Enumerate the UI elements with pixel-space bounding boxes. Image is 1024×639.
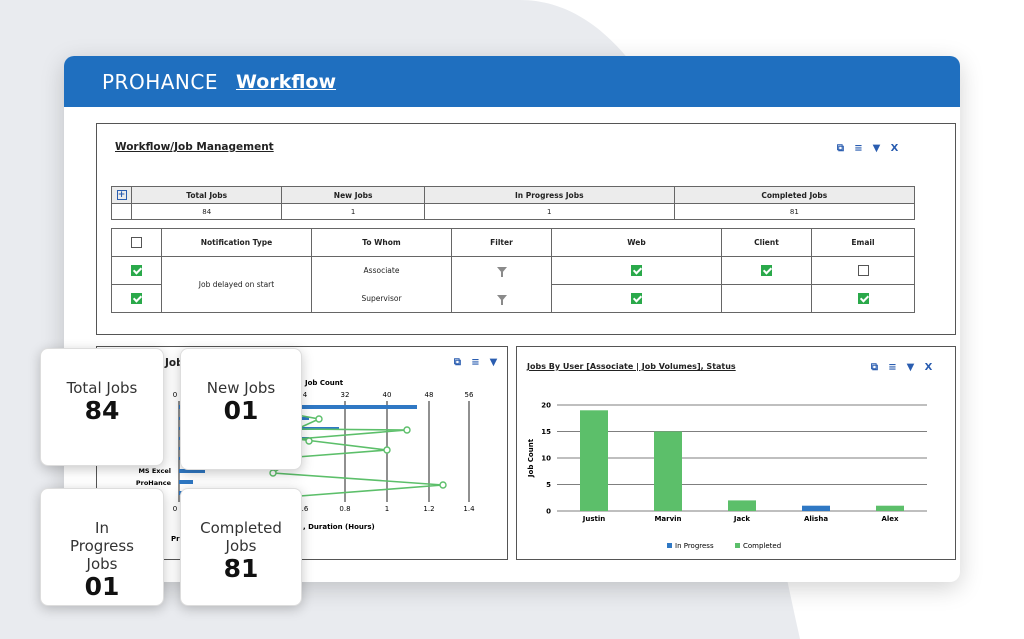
top-tick: 4 bbox=[303, 391, 308, 399]
card-value: 01 bbox=[84, 572, 120, 601]
summary-header: In Progress Jobs bbox=[423, 186, 675, 204]
job-management-panel: Workflow/Job Management ⧉ ≡ ▼ X + Total … bbox=[96, 123, 956, 335]
close-icon[interactable]: X bbox=[889, 143, 900, 154]
list-icon[interactable]: ≡ bbox=[853, 143, 864, 154]
bar bbox=[876, 505, 904, 511]
copy-icon[interactable]: ⧉ bbox=[835, 143, 846, 154]
app-title-link[interactable]: Workflow bbox=[236, 71, 336, 93]
legend-label: In Progress bbox=[675, 542, 714, 550]
top-tick: 32 bbox=[341, 391, 350, 399]
notif-header: Email bbox=[811, 228, 915, 257]
bottom-axis-label: , Duration (Hours) bbox=[303, 523, 375, 531]
card-value: 84 bbox=[84, 396, 120, 425]
x-tick-label: Justin bbox=[582, 515, 606, 523]
brand-logo: PROHANCE bbox=[102, 69, 218, 94]
legend-swatch bbox=[667, 543, 672, 548]
new-jobs-card: New Jobs 01 bbox=[180, 348, 302, 470]
bar bbox=[728, 500, 756, 511]
jobs-by-user-chart: 0 5 10 15 20 Job Count Justin Marvin Jack Alisha A… bbox=[527, 402, 927, 550]
completed-card: Completed Jobs 81 bbox=[180, 488, 302, 606]
y-tick-label: 20 bbox=[541, 402, 551, 410]
row-checkbox[interactable] bbox=[131, 265, 142, 276]
row-checkbox[interactable] bbox=[131, 293, 142, 304]
category-label: ProHance bbox=[136, 479, 172, 487]
panel-toolbar: ⧉ ≡ ▼ X bbox=[835, 143, 900, 154]
card-label: In Progress Jobs bbox=[69, 519, 134, 573]
card-value: 01 bbox=[223, 396, 259, 425]
to-whom: Supervisor bbox=[311, 284, 452, 313]
line-point bbox=[305, 437, 313, 445]
notif-header: Notification Type bbox=[161, 228, 312, 257]
summary-value: 84 bbox=[130, 203, 283, 220]
card-label: Completed Jobs bbox=[200, 519, 282, 555]
x-tick-label: Alex bbox=[881, 515, 899, 523]
y-tick-label: 15 bbox=[541, 428, 551, 436]
filter-funnel-icon[interactable] bbox=[496, 294, 507, 305]
in-progress-card: In Progress Jobs 01 bbox=[40, 488, 164, 606]
card-value: 81 bbox=[223, 554, 259, 583]
top-axis-label: Job Count bbox=[304, 379, 344, 387]
y-tick-label: 5 bbox=[546, 481, 551, 489]
summary-header: Total Jobs bbox=[130, 186, 283, 204]
bottom-tick: 1.2 bbox=[423, 505, 434, 513]
notif-header: Filter bbox=[451, 228, 552, 257]
email-checkbox[interactable] bbox=[857, 293, 869, 304]
bottom-tick: .6 bbox=[302, 505, 309, 513]
line-point bbox=[383, 446, 391, 454]
total-jobs-card: Total Jobs 84 bbox=[40, 348, 164, 466]
y-tick-label: 0 bbox=[546, 508, 551, 516]
summary-value: 1 bbox=[281, 203, 425, 220]
summary-value: 81 bbox=[673, 203, 916, 220]
left-tick: 0 bbox=[173, 391, 177, 399]
summary-table: + Total Jobs New Jobs In Progress Jobs C… bbox=[111, 186, 916, 220]
category-label: MS Excel bbox=[138, 467, 171, 475]
bar bbox=[179, 480, 193, 484]
web-checkbox[interactable] bbox=[631, 293, 642, 304]
y-axis-label: Job Count bbox=[527, 438, 535, 478]
table-row: Job delayed on start Associate bbox=[111, 256, 915, 313]
email-checkbox[interactable] bbox=[857, 265, 869, 276]
client-checkbox[interactable] bbox=[761, 265, 772, 276]
left-tick: 0 bbox=[173, 505, 177, 513]
bar bbox=[654, 431, 682, 511]
x-tick-label: Alisha bbox=[804, 515, 828, 523]
to-whom: Associate bbox=[311, 256, 452, 285]
line-point bbox=[403, 426, 411, 434]
notification-table: Notification Type To Whom Filter Web Cli… bbox=[111, 228, 915, 313]
bar bbox=[580, 410, 608, 511]
notif-header: Web bbox=[551, 228, 722, 257]
top-tick: 40 bbox=[383, 391, 392, 399]
legend-swatch bbox=[735, 543, 740, 548]
bar bbox=[802, 505, 830, 511]
notif-header: To Whom bbox=[311, 228, 452, 257]
line-point bbox=[315, 415, 323, 423]
card-label: New Jobs bbox=[206, 379, 276, 397]
bottom-tick: 1.4 bbox=[463, 505, 475, 513]
top-tick: 56 bbox=[465, 391, 474, 399]
line-point bbox=[269, 469, 277, 477]
x-tick-label: Jack bbox=[733, 515, 750, 523]
legend-label: Completed bbox=[743, 542, 781, 550]
summary-value: 1 bbox=[423, 203, 675, 220]
bottom-tick: 0.8 bbox=[339, 505, 350, 513]
filter-funnel-icon[interactable] bbox=[496, 267, 507, 278]
y-tick-label: 10 bbox=[541, 455, 551, 463]
notif-header: Client bbox=[721, 228, 812, 257]
panel-title: Workflow/Job Management bbox=[115, 141, 274, 153]
title-bar: PROHANCE Workflow bbox=[64, 56, 960, 107]
line-point bbox=[439, 481, 447, 489]
bottom-tick: 1 bbox=[385, 505, 389, 513]
select-all-checkbox[interactable] bbox=[131, 237, 142, 248]
expand-icon[interactable]: + bbox=[116, 190, 127, 200]
top-tick: 48 bbox=[425, 391, 434, 399]
jobs-by-user-panel: Jobs By User [Associate | Job Volumes], … bbox=[516, 346, 956, 560]
x-tick-label: Marvin bbox=[654, 515, 681, 523]
notif-type: Job delayed on start bbox=[161, 256, 312, 313]
summary-header: New Jobs bbox=[281, 186, 425, 204]
filter-icon[interactable]: ▼ bbox=[871, 143, 882, 154]
summary-header: Completed Jobs bbox=[673, 186, 916, 204]
card-label: Total Jobs bbox=[66, 379, 138, 397]
web-checkbox[interactable] bbox=[631, 265, 642, 276]
